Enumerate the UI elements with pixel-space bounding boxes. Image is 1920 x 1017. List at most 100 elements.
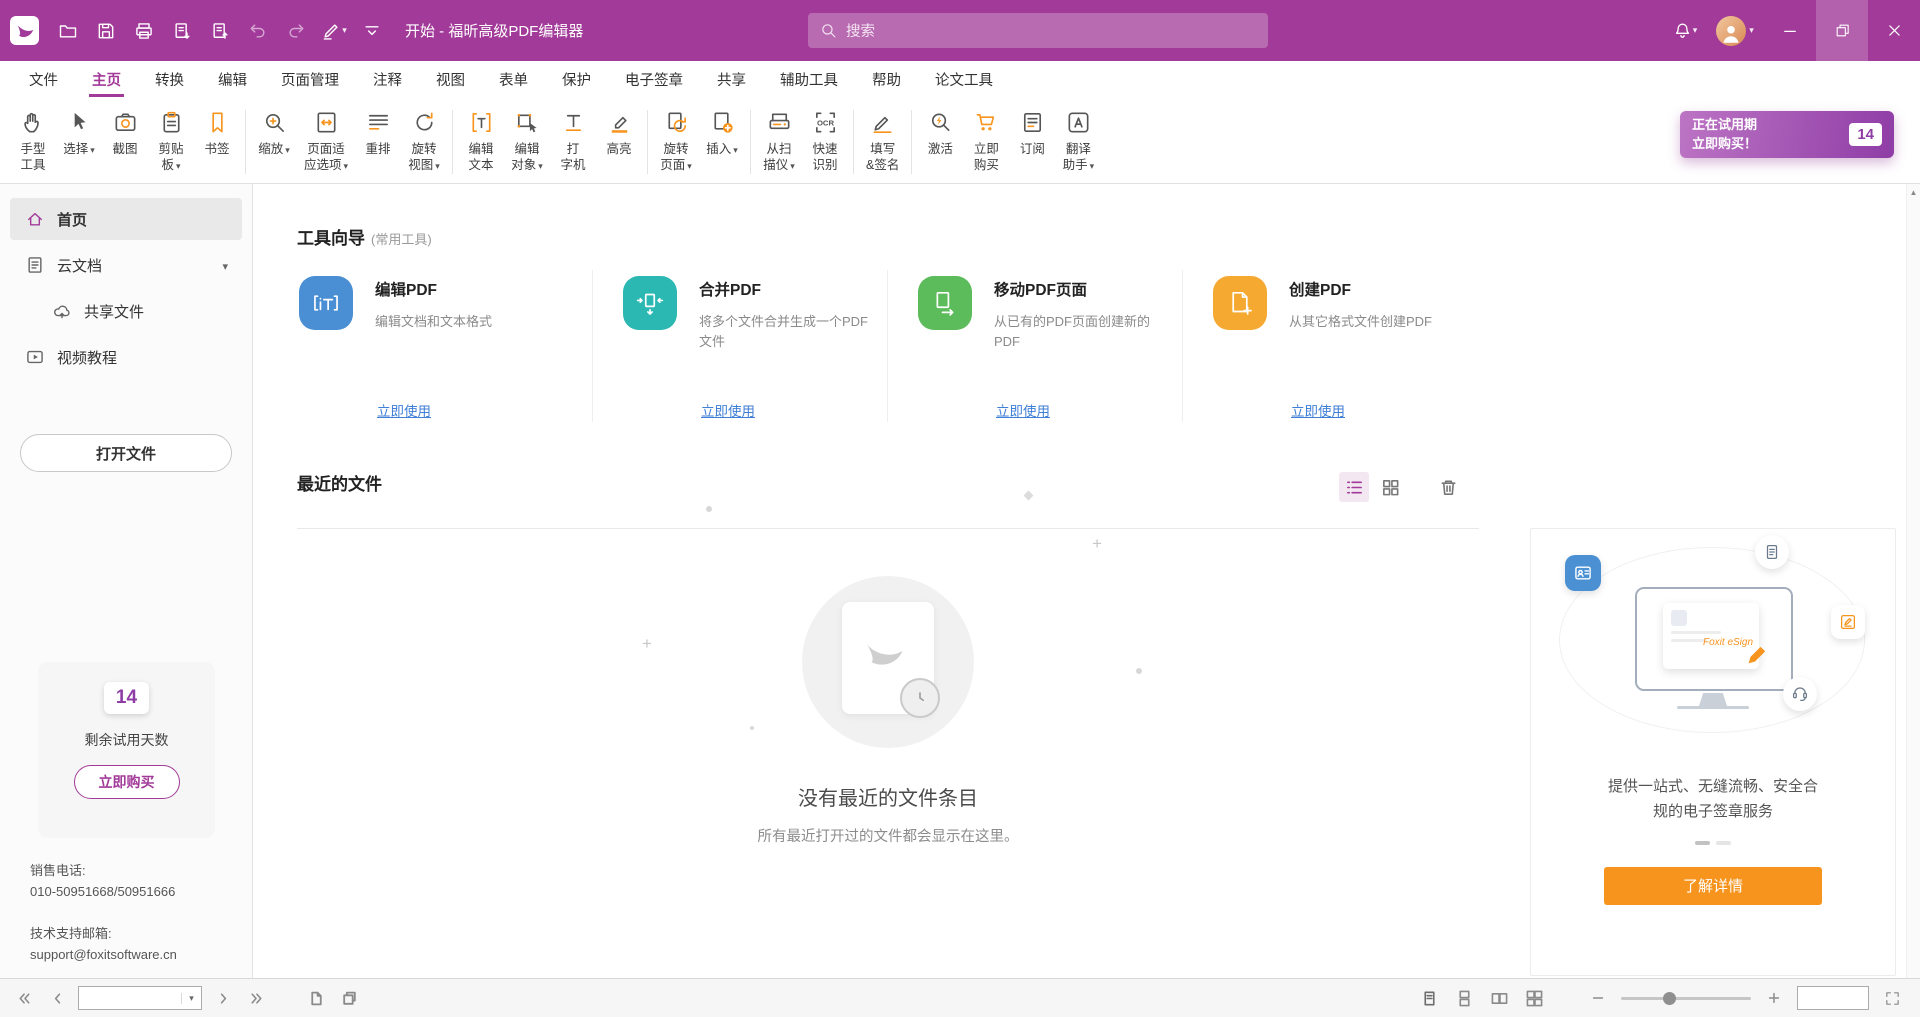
ribbon-tool-rotate-page[interactable]: 旋转 页面 (653, 103, 699, 181)
menu-item-home[interactable]: 主页 (75, 61, 138, 98)
ribbon-tool-typewriter[interactable]: 打 字机 (550, 103, 596, 181)
ribbon-tool-zoom[interactable]: 缩放 (251, 103, 297, 181)
use-now-link[interactable]: 立即使用 (1291, 400, 1345, 420)
ribbon-tool-activate[interactable]: 激活 (917, 103, 963, 181)
continuous-view-icon[interactable] (1452, 986, 1476, 1010)
bookmark-icon (204, 106, 231, 138)
restore-button[interactable] (1816, 0, 1868, 61)
sidebar-item-cloud-docs[interactable]: 云文档 (10, 244, 242, 286)
prev-page-icon[interactable] (45, 986, 69, 1010)
card-edit-pdf[interactable]: 编辑PDF 编辑文档和文本格式 立即使用 (297, 270, 592, 422)
next-page-icon[interactable] (211, 986, 235, 1010)
ribbon-toggle-icon[interactable] (355, 14, 389, 48)
single-page-view-icon[interactable] (1417, 986, 1441, 1010)
card-merge-pdf[interactable]: 合并PDF 将多个文件合并生成一个PDF文件 立即使用 (592, 270, 887, 422)
menu-item-esign[interactable]: 电子签章 (608, 61, 700, 98)
open-file-icon[interactable] (51, 14, 85, 48)
chevron-down-icon[interactable] (222, 257, 228, 274)
zoom-in-icon[interactable] (1762, 986, 1786, 1010)
use-now-link[interactable]: 立即使用 (701, 400, 755, 420)
ribbon-separator (911, 110, 912, 174)
learn-more-button[interactable]: 了解详情 (1604, 867, 1822, 905)
undo-icon[interactable] (241, 14, 275, 48)
minimize-button[interactable] (1764, 0, 1816, 61)
facing-view-icon[interactable] (1487, 986, 1511, 1010)
notifications-bell-icon[interactable]: ▾ (1668, 14, 1702, 48)
ribbon-tool-scanner[interactable]: 从扫 描仪 (756, 103, 802, 181)
ribbon-tool-fill-sign[interactable]: 填写 &签名 (859, 103, 906, 181)
last-page-icon[interactable] (244, 986, 268, 1010)
close-button[interactable] (1868, 0, 1920, 61)
card-move-pdf-pages[interactable]: 移动PDF页面 从已有的PDF页面创建新的PDF 立即使用 (887, 270, 1182, 422)
trial-badge[interactable]: 正在试用期立即购买！ 14 (1680, 111, 1894, 158)
search-input[interactable]: 搜索 (808, 13, 1268, 48)
menu-item-form[interactable]: 表单 (482, 61, 545, 98)
zoom-percent-input[interactable] (1798, 987, 1868, 1009)
scroll-up-arrow-icon[interactable]: ▲ (1907, 184, 1920, 197)
menu-item-paper-tools[interactable]: 论文工具 (918, 61, 1010, 98)
carousel-dot-active[interactable] (1695, 841, 1710, 845)
ribbon-tool-ocr[interactable]: OCR 快速 识别 (802, 103, 848, 181)
create-doc-icon[interactable] (203, 14, 237, 48)
ribbon-tool-clipboard[interactable]: 剪贴 板 (148, 103, 194, 181)
redo-icon[interactable] (279, 14, 313, 48)
use-now-link[interactable]: 立即使用 (996, 400, 1050, 420)
ribbon-tool-edit-text[interactable]: 编辑 文本 (458, 103, 504, 181)
menu-item-comment[interactable]: 注释 (356, 61, 419, 98)
zoom-out-icon[interactable] (1586, 986, 1610, 1010)
ribbon-tool-rotate-view[interactable]: 旋转 视图 (401, 103, 447, 181)
ribbon-tool-select[interactable]: 选择 (56, 103, 102, 181)
ribbon-tool-translate[interactable]: 翻译 助手 (1055, 103, 1101, 181)
menu-item-share[interactable]: 共享 (700, 61, 763, 98)
fullscreen-icon[interactable] (1880, 986, 1904, 1010)
menu-item-view[interactable]: 视图 (419, 61, 482, 98)
snapshot-page-icon[interactable] (304, 986, 328, 1010)
sidebar-item-video-tutorials[interactable]: 视频教程 (10, 336, 242, 378)
ribbon-tool-buy[interactable]: 立即 购买 (963, 103, 1009, 181)
menu-item-help[interactable]: 帮助 (855, 61, 918, 98)
ribbon-tool-fit-page[interactable]: 页面适 应选项 (297, 103, 355, 181)
card-create-pdf[interactable]: 创建PDF 从其它格式文件创建PDF 立即使用 (1182, 270, 1477, 422)
trash-icon[interactable] (1433, 472, 1463, 502)
buy-now-button[interactable]: 立即购买 (74, 765, 180, 799)
menu-item-accessibility[interactable]: 辅助工具 (763, 61, 855, 98)
sidebar-item-shared-files[interactable]: 共享文件 (10, 290, 242, 332)
shared-cloud-icon (52, 301, 72, 321)
sidebar-item-home[interactable]: 首页 (10, 198, 242, 240)
carousel-dot[interactable] (1716, 841, 1731, 845)
page-number-input[interactable] (79, 988, 181, 1008)
ribbon-tool-subscribe[interactable]: 订阅 (1009, 103, 1055, 181)
menu-item-protect[interactable]: 保护 (545, 61, 608, 98)
list-view-icon[interactable] (1339, 472, 1369, 502)
export-doc-icon[interactable] (165, 14, 199, 48)
ribbon-tool-reflow[interactable]: 重排 (355, 103, 401, 181)
chevron-down-icon[interactable]: ▾ (181, 993, 201, 1004)
grid-view-icon[interactable] (1375, 472, 1405, 502)
menu-item-convert[interactable]: 转换 (138, 61, 201, 98)
support-email[interactable]: support@foxitsoftware.cn (30, 944, 177, 965)
card-desc: 从其它格式文件创建PDF (1289, 312, 1432, 332)
open-file-button[interactable]: 打开文件 (20, 434, 232, 472)
ribbon-tool-edit-object[interactable]: 编辑 对象 (504, 103, 550, 181)
signature-pen-icon[interactable]: ▾ (317, 14, 351, 48)
page-number-combo[interactable]: ▾ (78, 986, 202, 1010)
first-page-icon[interactable] (12, 986, 36, 1010)
ribbon-tool-bookmark[interactable]: 书签 (194, 103, 240, 181)
menu-item-edit[interactable]: 编辑 (201, 61, 264, 98)
copy-page-icon[interactable] (337, 986, 361, 1010)
menu-item-file[interactable]: 文件 (12, 61, 75, 98)
zoom-slider-thumb[interactable] (1663, 992, 1676, 1005)
zoom-percent-box[interactable] (1797, 986, 1869, 1010)
ribbon-tool-insert[interactable]: 插入 (699, 103, 745, 181)
vertical-scrollbar[interactable]: ▲ (1906, 184, 1920, 978)
account-avatar[interactable]: ▾ (1706, 14, 1762, 48)
menu-item-page-manage[interactable]: 页面管理 (264, 61, 356, 98)
use-now-link[interactable]: 立即使用 (377, 400, 431, 420)
ribbon-tool-snapshot[interactable]: 截图 (102, 103, 148, 181)
save-icon[interactable] (89, 14, 123, 48)
ribbon-tool-hand[interactable]: 手型 工具 (10, 103, 56, 181)
print-icon[interactable] (127, 14, 161, 48)
facing-continuous-view-icon[interactable] (1522, 986, 1546, 1010)
ribbon-tool-highlight[interactable]: 高亮 (596, 103, 642, 181)
zoom-slider[interactable] (1621, 997, 1751, 1000)
